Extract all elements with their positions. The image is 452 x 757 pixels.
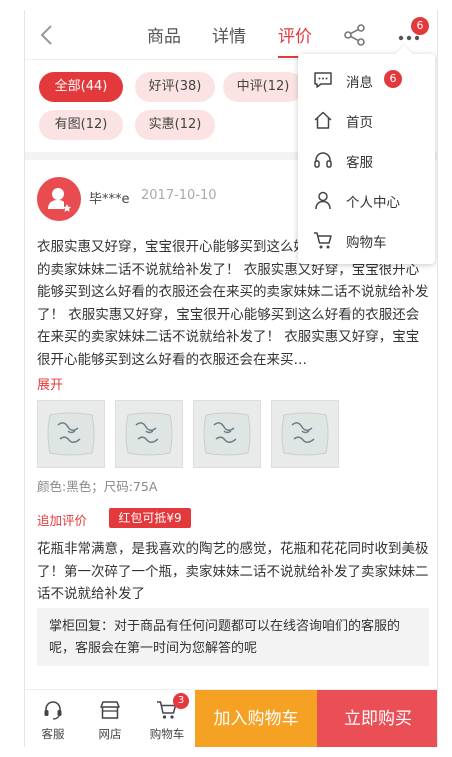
review-image[interactable]: [193, 400, 261, 468]
menu-item-cart[interactable]: 购物车: [298, 220, 435, 260]
service-label: 客服: [41, 727, 65, 741]
service-button[interactable]: 客服: [25, 690, 81, 747]
headset-icon: [314, 152, 332, 168]
top-nav: 商品 详情 评价 6: [25, 10, 437, 60]
more-badge: 6: [411, 17, 429, 35]
menu-label-service: 客服: [346, 155, 373, 171]
avatar: [37, 177, 81, 221]
cart-button[interactable]: 3 购物车: [139, 690, 195, 747]
menu-label-messages: 消息: [346, 75, 373, 91]
filter-all[interactable]: 全部(44): [39, 72, 123, 102]
tab-product[interactable]: 商品: [147, 22, 181, 47]
message-icon: [314, 72, 332, 88]
share-icon[interactable]: [343, 23, 367, 47]
add-to-cart-button[interactable]: 加入购物车: [195, 690, 317, 747]
red-packet-badge: 红包可抵¥9: [109, 508, 191, 528]
review-date: 2017-10-10: [141, 188, 217, 203]
menu-item-messages[interactable]: 消息 6: [298, 60, 435, 100]
product-spec: 颜色:黑色；尺码:75A: [37, 479, 158, 494]
cart-badge: 3: [173, 693, 189, 709]
headset-icon: [44, 701, 62, 720]
home-icon: [314, 111, 332, 129]
buy-now-button[interactable]: 立即购买: [317, 690, 437, 747]
tab-review[interactable]: 评价: [278, 22, 312, 47]
filter-medium[interactable]: 中评(12): [223, 72, 303, 102]
user-avatar-icon: [48, 188, 71, 212]
append-review-label: 追加评价: [37, 513, 88, 528]
filter-good[interactable]: 好评(38): [135, 72, 215, 102]
menu-label-home: 首页: [346, 115, 373, 131]
pillow-image-icon: [281, 412, 329, 456]
bottom-action-bar: 客服 网店 3 购物车 加入购物车 立即购买: [25, 689, 437, 747]
tab-detail[interactable]: 详情: [212, 22, 246, 47]
pillow-image-icon: [47, 412, 95, 456]
shop-button[interactable]: 网店: [82, 690, 138, 747]
filter-value[interactable]: 实惠(12): [135, 110, 215, 140]
menu-item-service[interactable]: 客服: [298, 140, 435, 180]
user-icon: [315, 191, 331, 210]
back-icon[interactable]: [35, 22, 61, 48]
expand-link[interactable]: 展开: [37, 374, 63, 393]
more-menu: 消息 6 首页 客服 个人中心 购物车: [298, 45, 435, 264]
messages-badge: 6: [384, 70, 402, 88]
menu-item-profile[interactable]: 个人中心: [298, 180, 435, 220]
menu-label-profile: 个人中心: [346, 195, 400, 211]
pillow-image-icon: [203, 412, 251, 456]
menu-label-cart: 购物车: [346, 235, 387, 251]
review-image[interactable]: [115, 400, 183, 468]
reviewer-name: 毕***e: [89, 192, 130, 207]
shop-label: 网店: [98, 727, 122, 741]
filter-with-images[interactable]: 有图(12): [39, 110, 123, 140]
seller-reply: 掌柜回复：对于商品有任何问题都可以在线咨询咱们的客服的呢，客服会在第一时间为您解…: [37, 608, 429, 666]
store-icon: [100, 701, 120, 719]
cart-icon: [314, 232, 332, 249]
menu-item-home[interactable]: 首页: [298, 100, 435, 140]
review-image[interactable]: [37, 400, 105, 468]
page: 商品 详情 评价 6 全部(44) 好评(38) 中评(12) 有图(12) 实…: [24, 10, 438, 747]
review-image[interactable]: [271, 400, 339, 468]
pillow-image-icon: [125, 412, 173, 456]
cart-label: 购物车: [149, 727, 185, 741]
append-review-text: 花瓶非常满意，是我喜欢的陶艺的感觉，花瓶和花花同时收到美极了！第一次碎了一个瓶，…: [37, 541, 429, 602]
